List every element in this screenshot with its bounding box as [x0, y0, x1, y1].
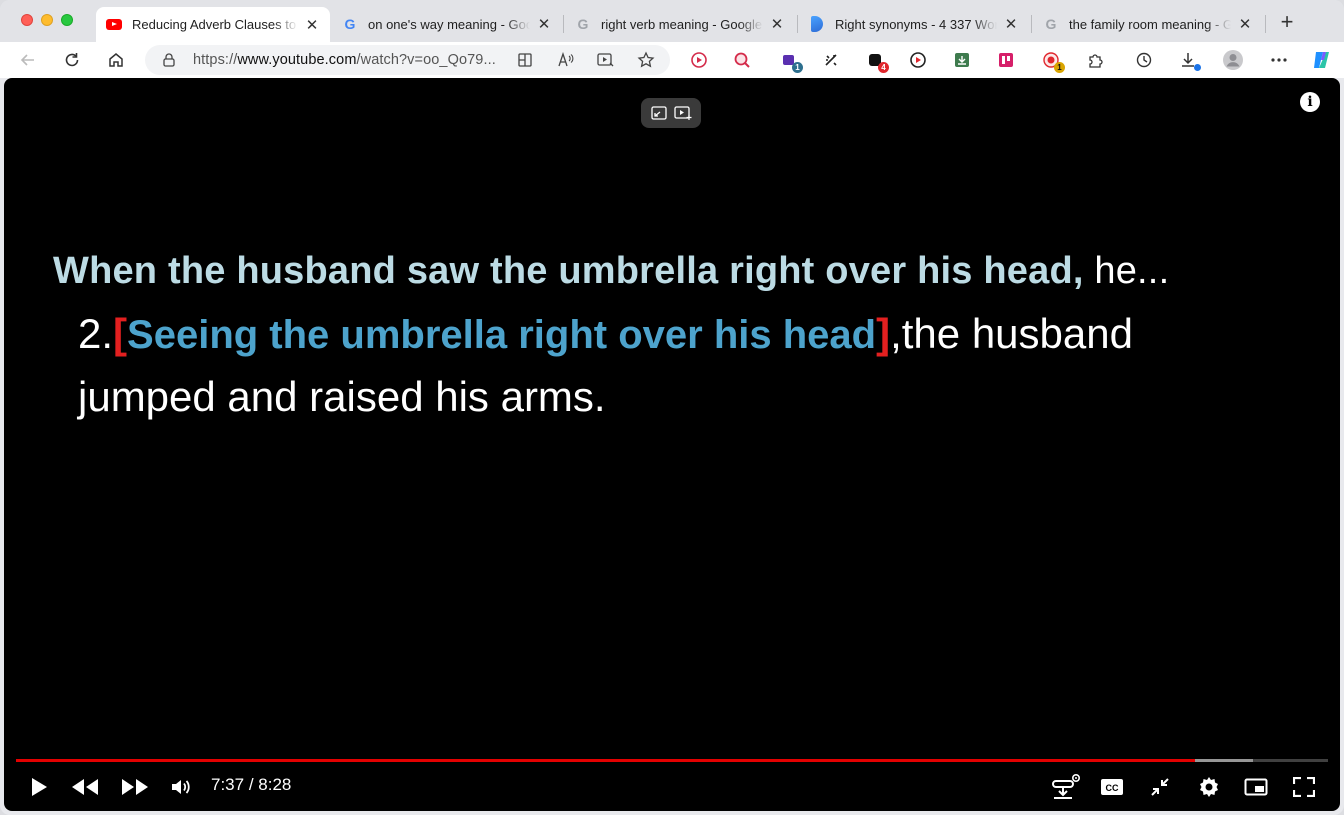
pip-icon[interactable]: [650, 104, 668, 122]
settings-gear-icon[interactable]: [1194, 772, 1224, 802]
volume-icon[interactable]: [168, 772, 194, 802]
extension-magic-icon[interactable]: [820, 49, 842, 71]
browser-window: Reducing Adverb Clauses to Participle Ph…: [0, 0, 1344, 815]
tab-title: on one's way meaning - Google Search: [368, 16, 530, 32]
url-text[interactable]: https://www.youtube.com/watch?v=oo_Qo79.…: [193, 52, 496, 68]
svg-text:CC: CC: [1106, 783, 1119, 793]
close-window-button[interactable]: [21, 14, 33, 26]
tab-google-family-room[interactable]: G the family room meaning - Google Searc…: [1033, 8, 1263, 40]
profile-avatar-icon[interactable]: [1222, 49, 1244, 71]
history-icon[interactable]: [1133, 49, 1155, 71]
tab-title: Right synonyms - 4 337 Words and Phrases: [835, 16, 997, 32]
read-aloud-icon[interactable]: [555, 49, 577, 71]
exit-theater-icon[interactable]: [1145, 772, 1175, 802]
more-menu-icon[interactable]: [1268, 49, 1290, 71]
tab-strip: Reducing Adverb Clauses to Participle Ph…: [0, 0, 1344, 42]
extension-search-icon[interactable]: [731, 49, 753, 71]
google-icon: G: [344, 16, 356, 32]
tab-close-icon[interactable]: ✕: [769, 16, 785, 33]
media-icon[interactable]: [595, 49, 617, 71]
zoom-window-button[interactable]: [61, 14, 73, 26]
tab-separator: [1031, 15, 1032, 33]
extension-dark-icon[interactable]: 4: [864, 49, 889, 73]
extension-badge: 4: [878, 62, 889, 73]
tab-separator: [563, 15, 564, 33]
extension-badge: 1: [1054, 62, 1065, 73]
tab-google-ones-way[interactable]: G on one's way meaning - Google Search ✕: [332, 8, 562, 40]
copilot-icon[interactable]: [1310, 49, 1332, 71]
progress-bar[interactable]: [16, 759, 1328, 762]
google-icon: G: [577, 16, 589, 32]
extension-badge: 1: [792, 62, 803, 73]
tab-youtube[interactable]: Reducing Adverb Clauses to Participle Ph…: [96, 7, 330, 42]
fast-forward-icon[interactable]: [118, 772, 152, 802]
slide-caption-line-1: When the husband saw the umbrella right …: [53, 250, 1170, 292]
lock-icon[interactable]: [163, 53, 177, 67]
extension-puzzle-icon[interactable]: 1: [778, 49, 803, 73]
back-arrow-icon[interactable]: [17, 49, 39, 71]
home-icon[interactable]: [105, 49, 127, 71]
bing-icon: [809, 16, 825, 32]
extensions-puzzle-icon[interactable]: [1084, 49, 1106, 71]
downloads-icon[interactable]: [1177, 49, 1201, 71]
google-icon: G: [1045, 16, 1057, 32]
tab-title: the family room meaning - Google Search: [1069, 16, 1231, 32]
rewind-icon[interactable]: [68, 772, 102, 802]
tab-close-icon[interactable]: ✕: [1003, 16, 1019, 33]
downloads-badge-dot: [1194, 64, 1201, 71]
extension-video-icon[interactable]: [688, 49, 710, 71]
extension-record-dot-icon[interactable]: 1: [1040, 49, 1065, 73]
extension-record-icon[interactable]: [907, 49, 929, 71]
split-screen-icon[interactable]: [514, 49, 536, 71]
extension-trello-icon[interactable]: [995, 49, 1017, 71]
autoplay-settings-icon[interactable]: [1045, 772, 1085, 802]
tab-separator: [797, 15, 798, 33]
toolbar: https://www.youtube.com/watch?v=oo_Qo79.…: [0, 42, 1344, 78]
progress-played: [16, 759, 1196, 762]
slide-caption-line-3: jumped and raised his arms.: [78, 373, 606, 420]
picture-in-picture-toolbar: [641, 98, 701, 128]
minimize-window-button[interactable]: [41, 14, 53, 26]
address-bar[interactable]: https://www.youtube.com/watch?v=oo_Qo79.…: [145, 45, 670, 75]
info-icon[interactable]: i: [1300, 92, 1320, 112]
slide-caption-line-2: 2.[Seeing the umbrella right over his he…: [78, 310, 1133, 357]
youtube-icon: [106, 17, 122, 33]
extension-download-icon[interactable]: [951, 49, 973, 71]
video-enhance-icon[interactable]: [673, 104, 693, 122]
tab-close-icon[interactable]: ✕: [1237, 16, 1253, 33]
video-player[interactable]: i When the husband saw the umbrella righ…: [4, 78, 1340, 811]
tab-title: right verb meaning - Google Search: [601, 16, 763, 32]
favorite-star-icon[interactable]: [635, 49, 657, 71]
tab-close-icon[interactable]: ✕: [304, 17, 320, 34]
tab-separator: [1265, 15, 1266, 33]
tab-close-icon[interactable]: ✕: [536, 16, 552, 33]
time-display: 7:37 / 8:28: [211, 775, 292, 794]
tab-bing-synonyms[interactable]: Right synonyms - 4 337 Words and Phrases…: [799, 8, 1029, 40]
fullscreen-icon[interactable]: [1289, 772, 1319, 802]
tab-title: Reducing Adverb Clauses to Participle Ph…: [132, 17, 298, 32]
tab-google-right-verb[interactable]: G right verb meaning - Google Search ✕: [565, 8, 795, 40]
new-tab-button[interactable]: +: [1277, 11, 1297, 33]
reload-icon[interactable]: [61, 49, 83, 71]
subtitles-cc-icon[interactable]: CC: [1097, 772, 1127, 802]
miniplayer-icon[interactable]: [1241, 772, 1271, 802]
play-button[interactable]: [26, 772, 52, 802]
